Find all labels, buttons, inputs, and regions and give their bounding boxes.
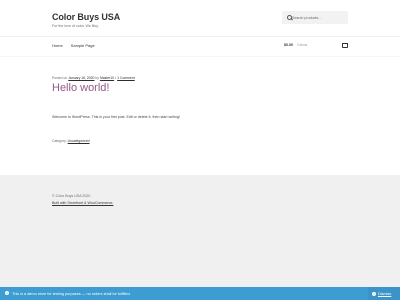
site-tagline: For the love of color, We Buy. xyxy=(52,24,99,28)
post-meta-prefix: Posted on xyxy=(52,76,68,80)
header-cart[interactable]: $0.00 0 items xyxy=(284,43,348,51)
footer-credit-link[interactable]: Built with Storefront & WooCommerce. xyxy=(52,201,113,205)
cart-count: 0 items xyxy=(297,43,308,48)
dismiss-label[interactable]: Dismiss xyxy=(378,292,391,296)
post-meta-by: by xyxy=(95,76,99,80)
category-link[interactable]: Uncategorized xyxy=(68,139,90,143)
header-divider xyxy=(0,36,400,37)
post-title[interactable]: Hello world! xyxy=(52,82,109,94)
demo-store-notice: i This is a demo store for testing purpo… xyxy=(0,287,400,300)
primary-navigation: Home Sample Page xyxy=(52,43,95,48)
product-search[interactable] xyxy=(282,11,348,24)
post-author-link[interactable]: Master10 xyxy=(100,76,114,80)
nav-divider xyxy=(0,56,400,57)
category-label: Category: xyxy=(52,139,67,143)
site-title[interactable]: Color Buys USA xyxy=(52,12,120,22)
nav-item-sample-page[interactable]: Sample Page xyxy=(71,43,95,48)
post-category: Category: Uncategorized xyxy=(52,139,90,143)
close-icon: × xyxy=(372,291,376,296)
cart-icon xyxy=(342,43,348,48)
post-content: Welcome to WordPress. This is your first… xyxy=(52,115,180,119)
cart-amount: $0.00 xyxy=(284,43,293,47)
notice-message: This is a demo store for testing purpose… xyxy=(12,291,131,296)
post-comments-link[interactable]: 1 Comment xyxy=(117,76,135,80)
post-meta: Posted on January 16, 2020 by Master10 •… xyxy=(52,76,135,80)
footer-copyright: © Color Buys USA 2020 xyxy=(52,194,91,198)
search-input[interactable] xyxy=(292,14,346,21)
dismiss-button[interactable]: × Dismiss xyxy=(368,287,400,300)
post-date-link[interactable]: January 16, 2020 xyxy=(68,76,94,80)
nav-item-home[interactable]: Home xyxy=(52,43,63,48)
info-icon: i xyxy=(5,291,9,295)
